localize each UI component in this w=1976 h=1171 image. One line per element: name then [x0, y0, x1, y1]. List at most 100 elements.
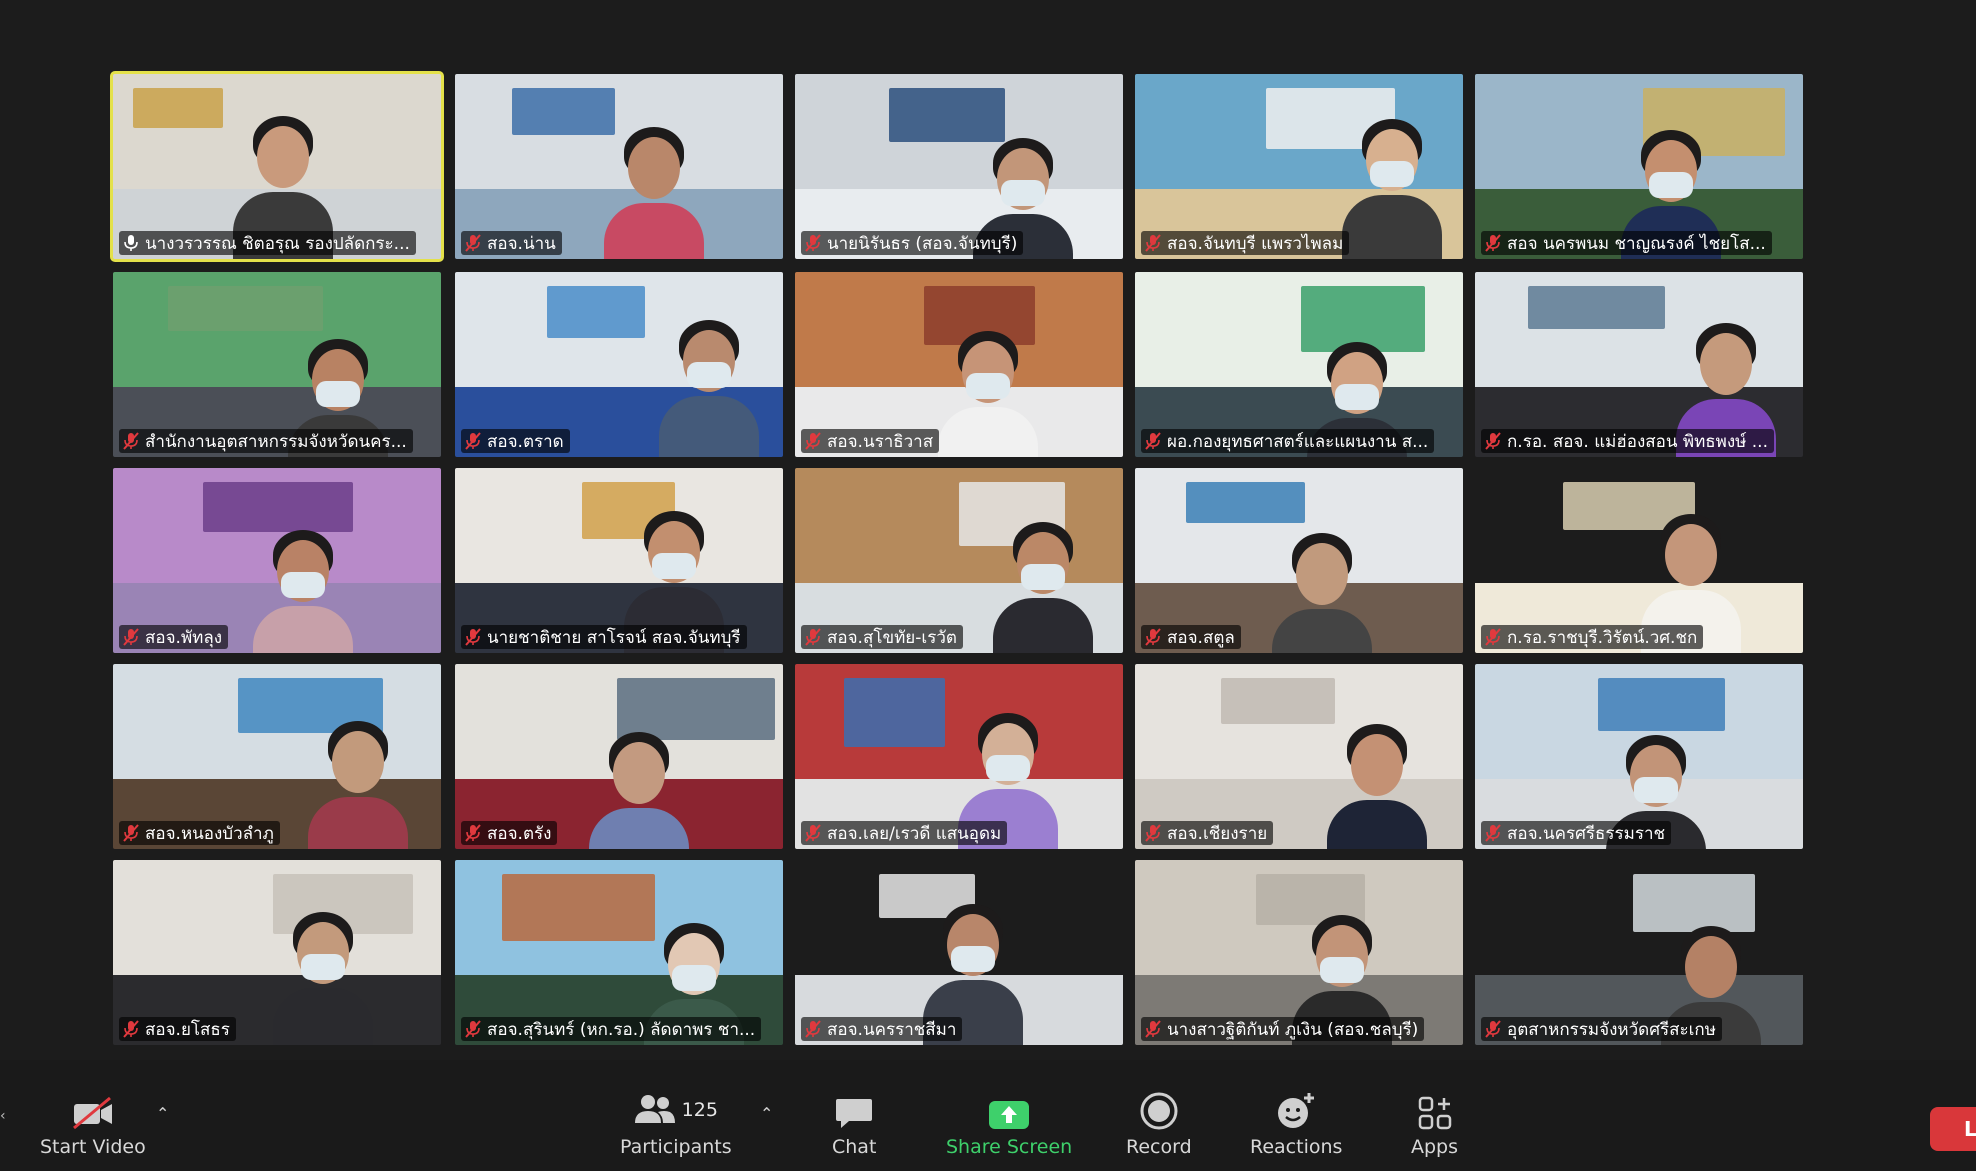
mic-muted-icon — [465, 628, 481, 646]
record-label: Record — [1126, 1136, 1192, 1158]
participant-name-bar: สอจ.ตรัง — [461, 821, 558, 845]
participant-name-bar: สอจ.น่าน — [461, 231, 562, 255]
participant-name: ก.รอ.ราชบุรี.วิรัตน์.วศ.ชก — [1507, 627, 1698, 648]
share-screen-label: Share Screen — [946, 1136, 1073, 1158]
participant-name: สอจ.สตูล — [1167, 627, 1235, 648]
participant-video-tile[interactable]: สอจ.ตราด — [455, 272, 783, 457]
apps-label: Apps — [1411, 1136, 1459, 1158]
start-video-label: Start Video — [40, 1136, 146, 1158]
mic-muted-icon — [1145, 628, 1161, 646]
mic-icon — [123, 234, 139, 252]
mic-muted-icon — [1145, 432, 1161, 450]
participant-video-tile[interactable]: สอจ.สตูล — [1135, 468, 1463, 653]
participant-video-tile[interactable]: นายชาติชาย สาโรจน์ สอจ.จันทบุรี — [455, 468, 783, 653]
mic-muted-icon — [465, 234, 481, 252]
participant-name: สอจ.ตราด — [487, 431, 564, 452]
participant-video-tile[interactable]: สอจ.นครศรีธรรมราช — [1475, 664, 1803, 849]
participant-name: อุตสาหกรรมจังหวัดศรีสะเกษ — [1507, 1019, 1716, 1040]
participant-name: สอจ.นครราชสีมา — [827, 1019, 957, 1040]
participant-name: สอจ.นครศรีธรรมราช — [1507, 823, 1666, 844]
mic-muted-icon — [805, 1020, 821, 1038]
chat-icon — [835, 1090, 873, 1130]
participant-name-bar: สอจ.เชียงราย — [1141, 821, 1274, 845]
participant-name-bar: สอจ.หนองบัวลำภู — [119, 821, 280, 845]
record-button[interactable]: Record — [1126, 1090, 1192, 1158]
participant-name-bar: สอจ.พัทลุง — [119, 625, 229, 649]
participant-video-tile[interactable]: อุตสาหกรรมจังหวัดศรีสะเกษ — [1475, 860, 1803, 1045]
mic-muted-icon — [1145, 824, 1161, 842]
participant-video-tile[interactable]: สอจ.สุโขทัย-เรวัต — [795, 468, 1123, 653]
participant-video-tile[interactable]: สอจ.นครราชสีมา — [795, 860, 1123, 1045]
mic-muted-icon — [465, 1020, 481, 1038]
participant-video-tile[interactable]: สอจ.หนองบัวลำภู — [113, 664, 441, 849]
chat-label: Chat — [832, 1136, 877, 1158]
participant-name: สอจ.ยโสธร — [145, 1019, 230, 1040]
chat-button[interactable]: Chat — [832, 1090, 876, 1158]
participant-video-tile[interactable]: สอจ.เลย/เรวดี แสนอุดม — [795, 664, 1123, 849]
participant-video-tile[interactable]: สอจ.นราธิวาส — [795, 272, 1123, 457]
participant-name-bar: ผอ.กองยุทธศาสตร์และแผนงาน ส... — [1141, 429, 1435, 453]
participant-name-bar: ก.รอ.ราชบุรี.วิรัตน์.วศ.ชก — [1481, 625, 1704, 649]
participant-name-bar: นายชาติชาย สาโรจน์ สอจ.จันทบุรี — [461, 625, 747, 649]
start-video-button[interactable]: Start Video — [40, 1090, 146, 1158]
participants-icon — [634, 1093, 676, 1130]
participant-name-bar: สอจ.เลย/เรวดี แสนอุดม — [801, 821, 1008, 845]
participant-video-tile[interactable]: นางวรวรรณ ชิตอรุณ รองปลัดกระ... — [110, 71, 444, 262]
participant-video-tile[interactable]: นางสาวฐิติกันท์ ภูเงิน (สอจ.ชลบุรี) — [1135, 860, 1463, 1045]
participant-video-tile[interactable]: สำนักงานอุตสาหกรรมจังหวัดนคร... — [113, 272, 441, 457]
participant-name: สอจ.เลย/เรวดี แสนอุดม — [827, 823, 1002, 844]
share-screen-button[interactable]: Share Screen — [946, 1090, 1072, 1158]
participant-video-tile[interactable]: สอจ.พัทลุง — [113, 468, 441, 653]
meeting-toolbar: Start Video ⌃ 125 Participants ⌃ Chat Sh… — [0, 1060, 1976, 1171]
participant-video-tile[interactable]: ก.รอ.ราชบุรี.วิรัตน์.วศ.ชก — [1475, 468, 1803, 653]
mic-muted-icon — [123, 824, 139, 842]
participant-name: ก.รอ. สอจ. แม่ฮ่องสอน พิทธพงษ์ ... — [1507, 431, 1768, 452]
participant-name: สอจ.ตรัง — [487, 823, 552, 844]
participant-name: นายนิรันธร (สอจ.จันทบุรี) — [827, 233, 1018, 254]
participant-video-tile[interactable]: สอจ.จันทบุรี แพรวไพลม — [1135, 74, 1463, 259]
participant-name-bar: ก.รอ. สอจ. แม่ฮ่องสอน พิทธพงษ์ ... — [1481, 429, 1774, 453]
participant-name: สอจ.สุรินทร์ (หก.รอ.) ลัดดาพร ชา... — [487, 1019, 756, 1040]
participant-name: สอจ.พัทลุง — [145, 627, 223, 648]
participant-name: สอจ.เชียงราย — [1167, 823, 1268, 844]
participant-name: สอจ.จันทบุรี แพรวไพลม — [1167, 233, 1344, 254]
mic-muted-icon — [805, 628, 821, 646]
participant-name: นางวรวรรณ ชิตอรุณ รองปลัดกระ... — [145, 233, 410, 254]
mic-muted-icon — [1145, 1020, 1161, 1038]
apps-button[interactable]: Apps — [1411, 1090, 1458, 1158]
participant-video-tile[interactable]: สอจ นครพนม ชาญณรงค์ ไชยโส... — [1475, 74, 1803, 259]
participant-name: นายชาติชาย สาโรจน์ สอจ.จันทบุรี — [487, 627, 741, 648]
participant-video-tile[interactable]: สอจ.ยโสธร — [113, 860, 441, 1045]
video-options-caret[interactable]: ⌃ — [156, 1104, 169, 1123]
reactions-button[interactable]: Reactions — [1250, 1090, 1342, 1158]
participants-button[interactable]: 125 Participants — [620, 1090, 732, 1158]
participant-name: สำนักงานอุตสาหกรรมจังหวัดนคร... — [145, 431, 407, 452]
share-screen-icon — [988, 1090, 1030, 1130]
mic-muted-icon — [465, 824, 481, 842]
leave-button[interactable]: Le — [1930, 1107, 1976, 1151]
participant-name: สอจ.สุโขทัย-เรวัต — [827, 627, 957, 648]
participant-video-tile[interactable]: นายนิรันธร (สอจ.จันทบุรี) — [795, 74, 1123, 259]
mic-muted-icon — [123, 1020, 139, 1038]
participant-name: ผอ.กองยุทธศาสตร์และแผนงาน ส... — [1167, 431, 1429, 452]
participant-name: สอจ.หนองบัวลำภู — [145, 823, 274, 844]
mic-muted-icon — [1485, 234, 1501, 252]
participant-name-bar: สอจ.สุรินทร์ (หก.รอ.) ลัดดาพร ชา... — [461, 1017, 762, 1041]
participant-video-tile[interactable]: สอจ.สุรินทร์ (หก.รอ.) ลัดดาพร ชา... — [455, 860, 783, 1045]
participant-video-tile[interactable]: สอจ.ตรัง — [455, 664, 783, 849]
video-off-icon — [70, 1090, 116, 1130]
mic-muted-icon — [1145, 234, 1161, 252]
mic-muted-icon — [123, 432, 139, 450]
participant-video-tile[interactable]: สอจ.เชียงราย — [1135, 664, 1463, 849]
participant-video-tile[interactable]: ผอ.กองยุทธศาสตร์และแผนงาน ส... — [1135, 272, 1463, 457]
participant-name-bar: สอจ.ยโสธร — [119, 1017, 236, 1041]
participants-options-caret[interactable]: ⌃ — [760, 1104, 773, 1123]
edge-caret: ‹ — [0, 1108, 6, 1124]
mic-muted-icon — [1485, 1020, 1501, 1038]
participant-video-tile[interactable]: สอจ.น่าน — [455, 74, 783, 259]
participants-count: 125 — [681, 1099, 718, 1121]
apps-icon — [1418, 1090, 1452, 1130]
mic-muted-icon — [123, 628, 139, 646]
participant-video-tile[interactable]: ก.รอ. สอจ. แม่ฮ่องสอน พิทธพงษ์ ... — [1475, 272, 1803, 457]
participant-name-bar: นางสาวฐิติกันท์ ภูเงิน (สอจ.ชลบุรี) — [1141, 1017, 1425, 1041]
